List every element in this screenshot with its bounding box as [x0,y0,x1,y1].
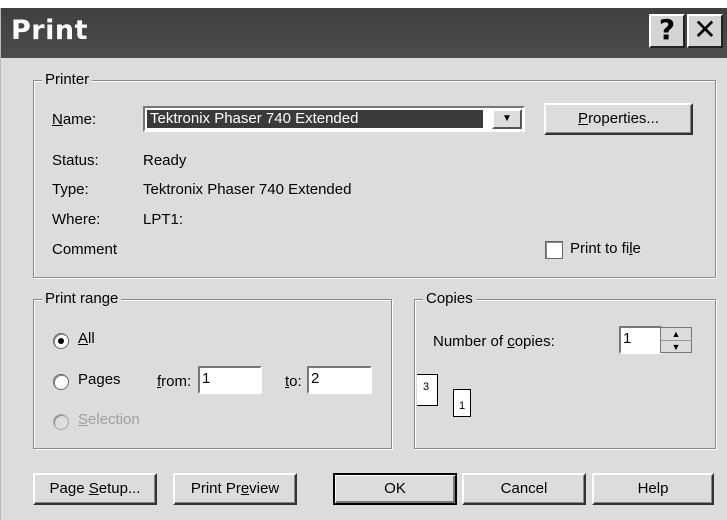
to-field[interactable]: 2 [307,366,372,394]
from-label: from: [157,373,192,390]
type-value: Tektronix Phaser 740 Extended [143,181,352,198]
print-preview-button[interactable]: Print Preview [173,473,297,505]
printer-name-dropdown[interactable]: Tektronix Phaser 740 Extended ▼ [143,106,525,132]
title-bar[interactable]: Print ? ✕ [1,8,727,58]
selection-label: Selection [78,411,140,428]
where-label: Where: [52,211,101,228]
spin-down-icon[interactable]: ▼ [661,341,691,353]
selection-radio [53,414,69,430]
printer-legend: Printer [42,71,93,88]
name-label: Name: [52,111,97,128]
dialog-title: Print [11,15,88,46]
to-label: to: [285,373,302,390]
status-label: Status: [52,152,99,169]
all-radio[interactable] [53,333,69,349]
page-setup-button[interactable]: Page Setup... [33,473,157,505]
properties-button[interactable]: Properties... [544,103,693,135]
where-value: LPT1: [143,211,184,228]
help-dialog-button[interactable]: Help [592,473,714,505]
printer-name-value: Tektronix Phaser 740 Extended [147,110,483,128]
copies-spinner[interactable]: ▲ ▼ [660,327,692,353]
collate-page-back: 3 [417,374,438,406]
pages-label[interactable]: Pages [78,371,121,388]
spin-up-icon[interactable]: ▲ [661,328,691,341]
all-label[interactable]: All [78,330,95,347]
chevron-down-icon[interactable]: ▼ [492,109,522,129]
number-of-copies-label: Number of copies: [433,333,555,350]
help-button[interactable]: ? [649,14,685,48]
collate-page-front: 1 [453,389,471,417]
ok-button[interactable]: OK [333,473,457,505]
pages-radio[interactable] [53,374,69,390]
comment-label: Comment [52,241,118,258]
print-range-legend: Print range [42,290,122,307]
print-to-file-label[interactable]: Print to file [570,240,641,257]
print-to-file-checkbox[interactable] [545,241,563,259]
status-value: Ready [143,152,187,169]
close-button[interactable]: ✕ [687,14,723,48]
cancel-button[interactable]: Cancel [462,473,586,505]
from-field[interactable]: 1 [198,366,262,394]
number-of-copies-field[interactable]: 1 [619,326,662,354]
copies-legend: Copies [423,290,476,307]
type-label: Type: [52,181,89,198]
collate-icon: 3 1 [417,374,477,424]
